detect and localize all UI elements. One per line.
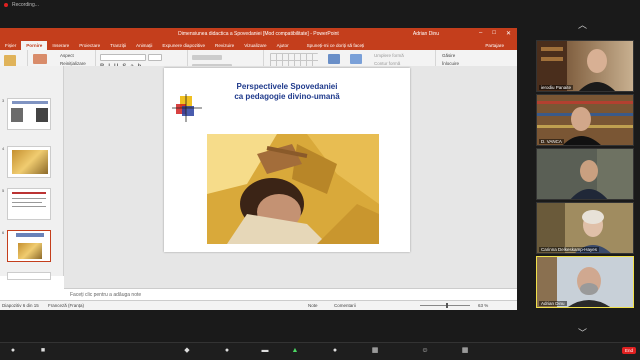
security-icon[interactable]: ◆ bbox=[182, 347, 192, 355]
tab-slideshow[interactable]: Expunere diapozitive bbox=[157, 41, 210, 50]
shape-fill-button[interactable]: Umplere formă bbox=[374, 53, 404, 58]
comments-button[interactable]: Comentarii bbox=[334, 303, 356, 308]
participant-name: Carinna Delkeskamp-Hayes bbox=[539, 247, 600, 252]
window-controls: – □ ✕ bbox=[479, 30, 511, 37]
slide-counter: Diapozitiv 6 din 15 bbox=[2, 303, 39, 308]
slide-title-line1: Perspectivele Spovedaniei bbox=[236, 82, 338, 91]
participant-name: Adrian Dinu bbox=[539, 301, 567, 306]
tab-animations[interactable]: Animații bbox=[131, 41, 157, 50]
thumb-number: 6 bbox=[2, 230, 5, 235]
recording-indicator: Recording... bbox=[0, 0, 640, 9]
participant-name: ierodiu Panaite bbox=[539, 85, 574, 90]
thumb-number: 4 bbox=[2, 146, 5, 151]
ribbon-tabs: Fișier Pornire Inserare Proiectare Tranz… bbox=[0, 40, 517, 50]
tab-view[interactable]: Vizualizare bbox=[239, 41, 271, 50]
video-tile-active-speaker[interactable]: Adrian Dinu bbox=[536, 256, 634, 308]
record-dot-icon bbox=[4, 2, 8, 7]
zoom-slider[interactable] bbox=[420, 305, 470, 306]
slide-editor: Perspectivele Spovedaniei ca pedagogie d… bbox=[64, 66, 517, 288]
current-slide[interactable]: Perspectivele Spovedaniei ca pedagogie d… bbox=[164, 68, 410, 252]
tab-design[interactable]: Proiectare bbox=[74, 41, 105, 50]
list-buttons[interactable] bbox=[192, 55, 222, 60]
participant-name: D. VANCA bbox=[539, 139, 564, 144]
ppt-titlebar: Dimensiunea didactica a Spovedaniei [Mod… bbox=[0, 28, 517, 40]
video-tile[interactable] bbox=[536, 148, 634, 200]
participant-video bbox=[537, 149, 633, 199]
zoom-slider-thumb[interactable] bbox=[446, 303, 448, 308]
chat-icon[interactable]: ▬ bbox=[260, 347, 270, 355]
status-bar: Diapozitiv 6 din 15 Franceză (Franța) No… bbox=[0, 300, 517, 310]
slide-thumbnails-pane[interactable]: 3 4 5 6 7 bbox=[0, 66, 64, 280]
slide-thumbnail[interactable] bbox=[7, 146, 51, 178]
slide-thumbnail[interactable] bbox=[7, 98, 51, 130]
ppt-user[interactable]: Adrian Dinu bbox=[413, 31, 439, 37]
video-tile[interactable]: ierodiu Panaite bbox=[536, 40, 634, 92]
arrange-icon[interactable] bbox=[328, 54, 340, 64]
slide-thumbnail-selected[interactable] bbox=[7, 230, 51, 262]
video-icon[interactable]: ■ bbox=[38, 347, 48, 355]
notes-pane[interactable]: Faceți clic pentru a adăuga note bbox=[64, 288, 517, 300]
apps-icon[interactable]: ▦ bbox=[460, 347, 470, 355]
quick-styles-icon[interactable] bbox=[350, 54, 362, 64]
video-tile[interactable]: D. VANCA bbox=[536, 94, 634, 146]
slide-thumbnail[interactable] bbox=[7, 272, 51, 280]
tab-transitions[interactable]: Tranziții bbox=[105, 41, 131, 50]
participants-icon[interactable]: ● bbox=[222, 347, 232, 355]
video-tile[interactable]: Carinna Delkeskamp-Hayes bbox=[536, 202, 634, 254]
thumb-number: 5 bbox=[2, 188, 5, 193]
chevron-up-icon[interactable]: ︿ bbox=[578, 18, 587, 31]
thumb-number: 3 bbox=[2, 98, 5, 103]
tell-me-box[interactable]: Spuneți-mi ce doriți să faceți bbox=[302, 41, 370, 50]
confession-photo[interactable] bbox=[207, 134, 379, 244]
font-size-select[interactable] bbox=[148, 54, 162, 61]
tab-home[interactable]: Pornire bbox=[21, 41, 48, 50]
new-slide-icon[interactable] bbox=[33, 54, 47, 64]
layout-button[interactable]: Aspect bbox=[60, 53, 74, 58]
recording-label: Recording... bbox=[12, 1, 39, 8]
tab-review[interactable]: Revizuire bbox=[210, 41, 239, 50]
ppt-title: Dimensiunea didactica a Spovedaniei [Mod… bbox=[178, 31, 339, 37]
maximize-icon[interactable]: □ bbox=[492, 30, 496, 37]
record-icon[interactable]: ● bbox=[330, 347, 340, 355]
photo-illustration bbox=[207, 134, 379, 244]
close-icon[interactable]: ✕ bbox=[506, 30, 511, 37]
find-button[interactable]: Găsire bbox=[442, 53, 455, 58]
font-name-select[interactable] bbox=[100, 54, 146, 61]
tab-file[interactable]: Fișier bbox=[0, 41, 21, 50]
language-indicator[interactable]: Franceză (Franța) bbox=[48, 303, 84, 308]
minimize-icon[interactable]: – bbox=[479, 30, 482, 37]
zoom-level[interactable]: 63 % bbox=[478, 303, 488, 308]
share-button[interactable]: Partajare bbox=[480, 41, 509, 50]
reactions-icon[interactable]: ☺ bbox=[420, 347, 430, 355]
tab-help[interactable]: Ajutor bbox=[272, 41, 294, 50]
share-screen-icon[interactable]: ▲ bbox=[290, 347, 300, 355]
chevron-down-icon[interactable]: ﹀ bbox=[578, 326, 587, 339]
tab-insert[interactable]: Inserare bbox=[47, 41, 74, 50]
notes-button[interactable]: Note bbox=[308, 303, 318, 308]
slide-thumbnail[interactable] bbox=[7, 188, 51, 220]
breakout-rooms-icon[interactable]: ▦ bbox=[370, 347, 380, 355]
mute-icon[interactable]: ● bbox=[8, 347, 18, 355]
end-meeting-button[interactable]: End bbox=[621, 347, 636, 354]
decorative-squares bbox=[172, 94, 202, 122]
zoom-toolbar: ● ■ ◆ ● ▬ ▲ ● ▦ ☺ ▦ End bbox=[0, 342, 640, 360]
